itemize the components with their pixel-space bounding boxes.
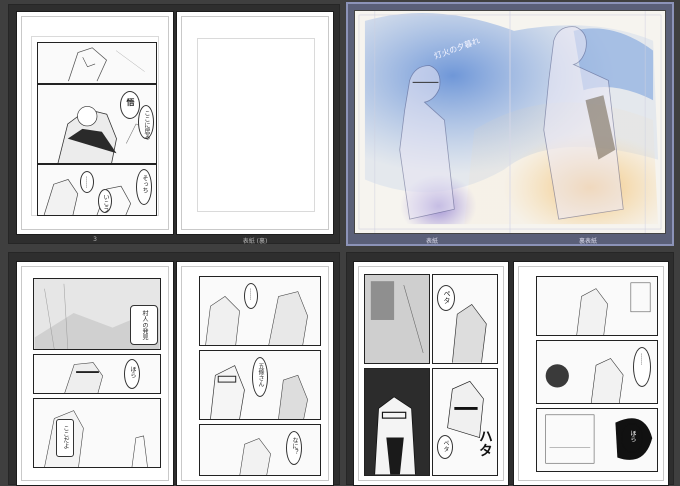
sketch-lines bbox=[44, 410, 148, 467]
sketch-lines bbox=[374, 396, 416, 475]
manga-panel: …… bbox=[199, 276, 321, 346]
speech-bubble: ここだよ bbox=[56, 419, 74, 457]
sketch-lines bbox=[447, 380, 484, 438]
page-3[interactable]: 悟 ここに居る …… そっち いこう bbox=[16, 11, 174, 235]
speech-bubble: ほら bbox=[124, 359, 140, 389]
bubble-text: ペタ bbox=[442, 440, 449, 452]
speech-bubble: 悟 bbox=[120, 91, 140, 119]
bubble-text: …… bbox=[84, 176, 91, 188]
spread-page3-backcover[interactable]: 悟 ここに居る …… そっち いこう 3 表紙 (裏) bbox=[8, 4, 340, 245]
manga-panel: ペタ bbox=[432, 274, 498, 364]
manga-panel: 村人の発見 bbox=[33, 278, 161, 350]
manga-panel: なに？ bbox=[199, 424, 321, 476]
page-back-cover-blank[interactable] bbox=[176, 11, 334, 235]
manga-panel: …… そっち いこう bbox=[37, 164, 157, 216]
sketch-lines bbox=[205, 291, 308, 345]
manga-panel bbox=[364, 368, 430, 476]
sound-effect: ハタ bbox=[477, 429, 493, 457]
sketch-lines bbox=[68, 47, 145, 82]
manga-panel: ほら bbox=[536, 408, 658, 472]
page-cover-front-back[interactable]: 灯火の夕暮れ bbox=[354, 10, 666, 234]
safe-area-guide bbox=[197, 38, 315, 212]
sketch-lines bbox=[239, 438, 271, 475]
page-label: 裏表紙 bbox=[578, 238, 597, 245]
bubble-text: …… bbox=[639, 353, 646, 365]
speech-bubble: 村人の発見 bbox=[130, 305, 158, 345]
manga-panel: 悟 ここに居る bbox=[37, 84, 157, 164]
sketch-lines bbox=[576, 282, 651, 335]
spread-pages-4-5[interactable]: 村人の発見 ほら ここだよ …… 五條さん なに？ bbox=[8, 252, 340, 486]
manga-page[interactable]: ペタ ハタ ペタ bbox=[353, 261, 509, 486]
bubble-text: ほら bbox=[129, 366, 136, 378]
speech-bubble: …… bbox=[80, 171, 94, 193]
speech-bubble: …… bbox=[244, 283, 258, 309]
speech-bubble: ほら bbox=[621, 423, 643, 453]
bubble-text: …… bbox=[248, 288, 255, 300]
sketch-lines bbox=[370, 281, 424, 354]
page-label: 表紙 (裏) bbox=[242, 238, 268, 245]
speech-bubble: そっち bbox=[136, 169, 152, 205]
speech-bubble: いこう bbox=[98, 189, 112, 213]
spread-cover-selected[interactable]: 灯火の夕暮れ 表紙 裏表紙 bbox=[346, 2, 674, 246]
manga-panel: …… bbox=[536, 340, 658, 404]
bubble-text: なに？ bbox=[291, 437, 298, 455]
bubble-text: そっち bbox=[141, 175, 148, 193]
manga-page[interactable]: …… ほら bbox=[513, 261, 669, 486]
speech-bubble: ペタ bbox=[437, 285, 455, 311]
manga-panel bbox=[364, 274, 430, 364]
manga-panel: ほら bbox=[33, 354, 161, 394]
bubble-text: 悟 bbox=[126, 98, 135, 106]
bubble-text: ペタ bbox=[443, 290, 451, 304]
manga-panel: 五條さん bbox=[199, 350, 321, 420]
bubble-text: ここに居る bbox=[143, 110, 150, 140]
page-label: 表紙 bbox=[425, 238, 438, 245]
bubble-text: ここだよ bbox=[62, 425, 69, 449]
manga-panel bbox=[37, 42, 157, 84]
manga-panel: ハタ ペタ bbox=[432, 368, 498, 476]
bubble-text: いこう bbox=[102, 194, 109, 212]
bubble-text: ほら bbox=[629, 430, 636, 442]
bubble-text: 村人の発見 bbox=[141, 310, 148, 340]
speech-bubble: ペタ bbox=[437, 435, 453, 459]
sketch-lines bbox=[64, 362, 104, 393]
manga-page[interactable]: 村人の発見 ほら ここだよ bbox=[16, 261, 174, 486]
manga-page[interactable]: …… 五條さん なに？ bbox=[176, 261, 334, 486]
page-label: 3 bbox=[93, 236, 97, 243]
manga-panel bbox=[536, 276, 658, 336]
speech-bubble: なに？ bbox=[286, 431, 302, 465]
watercolor-illustration: 灯火の夕暮れ bbox=[355, 11, 665, 233]
bubble-text: 五條さん bbox=[257, 363, 264, 387]
speech-bubble: …… bbox=[633, 347, 651, 387]
manga-panel: ここだよ bbox=[33, 398, 161, 468]
speech-bubble: 五條さん bbox=[252, 357, 268, 397]
speech-bubble: ここに居る bbox=[138, 105, 154, 140]
spread-pages-6-7[interactable]: ペタ ハタ ペタ …… ほら bbox=[346, 252, 674, 486]
